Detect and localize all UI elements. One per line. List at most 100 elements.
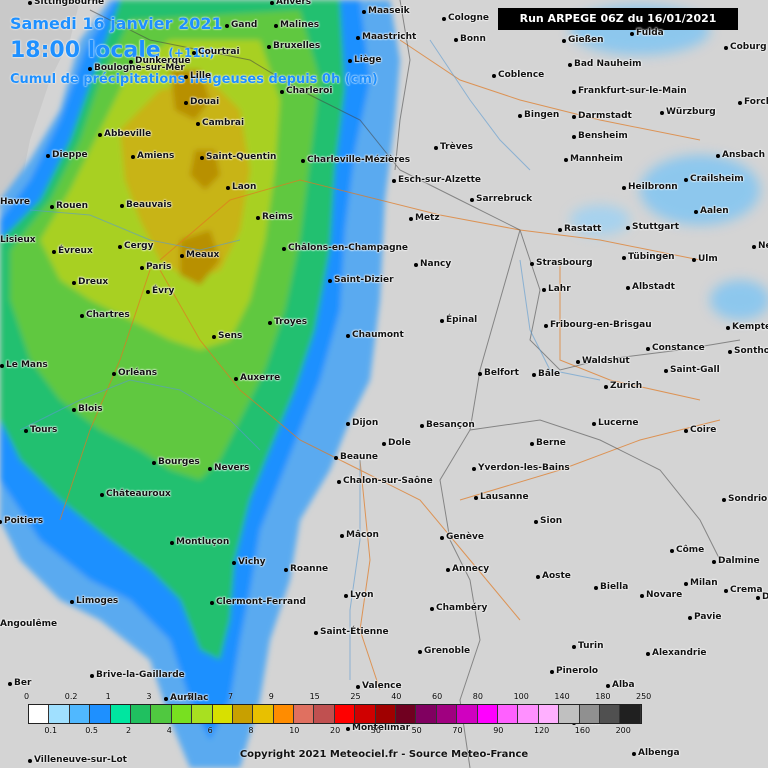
city-label: Yverdon-les-Bains [472,463,570,473]
legend-label-bottom: 10 [289,726,300,735]
city-label: Beauvais [120,200,172,210]
city-label: Sens [211,331,243,341]
city-label: Fribourg-en-Brisgau [544,320,652,330]
city-label: Mâcon [340,530,379,540]
city-label: Paris [139,262,172,272]
legend: 0 0.2 1 3 5 7 9 15 25 40 60 80 100 140 180 250 0.1 0.5 2 4… [24,692,744,742]
city-label: Gand [224,20,258,30]
city-label: Turin [572,641,604,651]
city-label: Strasbourg [530,258,593,268]
legend-label-bottom: 0.1 [44,726,58,735]
city-label: Rouen [49,201,89,211]
legend-swatch [416,705,437,723]
city-label: Alexandrie [646,648,707,658]
city-label: Anvers [269,0,311,7]
city-label: Angoulême [0,619,58,629]
legend-swatch [518,705,539,723]
city-label: Sittingbourne [27,0,104,7]
city-label: Belfort [478,368,519,378]
city-label: Dreux [71,277,109,287]
legend-swatch [212,705,233,723]
city-label: Tübingen [622,252,675,262]
city-label: Sondrio [721,494,768,504]
city-label: Pinerolo [549,666,599,676]
city-label: Bâle [531,369,561,379]
copyright-text: Copyright 2021 Meteociel.fr - Source Met… [239,749,529,760]
city-label: Ne [752,241,768,251]
legend-swatch [253,705,274,723]
legend-swatch [538,705,560,723]
city-label: Blois [72,404,103,414]
legend-swatch [375,705,397,723]
city-label: Saint-Gall [664,365,720,375]
city-label: Gießen [562,35,604,45]
city-label: Sonthof [728,346,768,356]
city-label: Bensheim [572,131,628,141]
city-label: Stuttgart [625,222,680,232]
city-label: Lahr [542,284,571,294]
city-label: Rastatt [557,224,602,234]
city-label: Sarrebruck [469,194,533,204]
legend-swatch [151,705,172,723]
city-label: Zurich [603,381,643,391]
city-label: Würzburg [660,107,716,117]
legend-label-top: 0.2 [64,692,78,701]
legend-swatch [110,705,131,723]
legend-label-top: 140 [554,692,570,701]
city-label: Maastricht [355,32,417,42]
city-label: Lisieux [0,235,36,245]
city-label: Havre [0,197,31,207]
city-label: Nancy [413,259,452,269]
city-label: Limoges [69,596,119,606]
legend-label-top: 250 [636,692,652,701]
city-label: Novare [639,590,683,600]
city-label: Bad Nauheim [568,59,642,69]
city-label: Nevers [207,463,250,473]
city-label: Troyes [267,317,308,327]
city-label: Frankfurt-sur-le-Main [572,86,687,96]
city-label: Boulogne-sur-Mer [88,63,185,73]
legend-swatch [559,705,580,723]
city-label: Coire [683,425,717,435]
legend-label-bottom: 50 [411,726,422,735]
city-label: Cergy [117,241,154,251]
city-label: Courtrai [192,47,240,57]
legend-label-top: 15 [309,692,320,701]
legend-label-top: 100 [513,692,529,701]
city-label: Chartres [80,310,130,320]
legend-swatch [294,705,315,723]
city-label: Genève [440,532,484,542]
legend-label-bottom: 70 [452,726,463,735]
legend-label-bottom: 20 [330,726,341,735]
city-label: Pavie [687,612,722,622]
city-label: Albstadt [626,282,675,292]
city-label: Biella [593,582,629,592]
city-label: Lyon [344,590,374,600]
legend-label-top: 180 [595,692,611,701]
city-label: Metz [409,213,440,223]
city-label: Alba [606,680,635,690]
city-label: Côme [669,545,705,555]
city-label: Dolo [756,592,768,602]
legend-swatch [477,705,498,723]
legend-label-top: 1 [105,692,111,701]
city-label: Saint-Étienne [314,627,389,637]
run-info-box: Run ARPEGE 06Z du 16/01/2021 [498,8,738,30]
city-label: Lucerne [592,418,639,428]
legend-color-bar [28,704,642,724]
city-label: Crailsheim [684,174,744,184]
legend-swatch [69,705,91,723]
city-label: Amiens [130,151,175,161]
city-label: Orléans [111,368,158,378]
legend-label-top: 9 [268,692,274,701]
legend-label-top: 25 [350,692,361,701]
legend-swatch [497,705,519,723]
legend-label-bottom: 8 [248,726,254,735]
city-label: Grenoble [417,646,471,656]
legend-label-bottom: 6 [207,726,213,735]
city-label: Dieppe [46,150,88,160]
city-label: Mannheim [564,154,623,164]
city-label: Constance [646,343,705,353]
city-label: Douai [183,97,220,107]
city-label: Le Mans [0,360,48,370]
